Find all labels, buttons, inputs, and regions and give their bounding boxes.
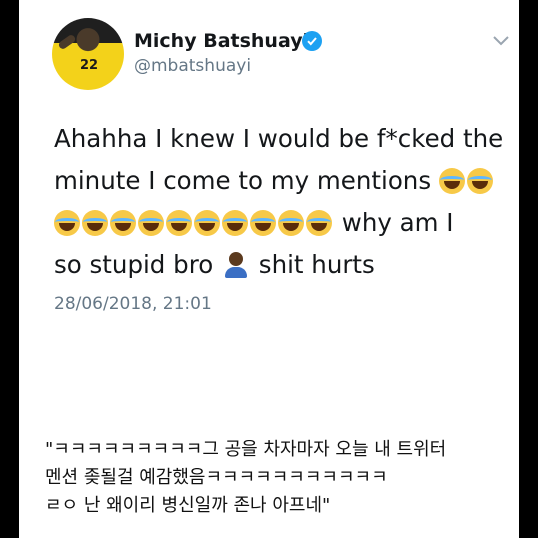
tweet-line-1: Ahahha I knew I would be f*cked the — [54, 118, 504, 160]
tweet-line-1-text: Ahahha I knew I would be f*cked the — [54, 124, 504, 153]
emoji-group — [438, 166, 495, 195]
laughing-crying-emoji — [222, 210, 248, 236]
laughing-crying-emoji — [194, 210, 220, 236]
verified-badge-icon — [302, 31, 322, 51]
laughing-crying-emoji — [438, 168, 465, 194]
emoji-group — [54, 208, 334, 237]
tweet-line-2-text: minute I come to my mentions — [54, 166, 439, 195]
tweet-line-2: minute I come to my mentions — [54, 160, 504, 202]
chevron-down-icon[interactable] — [493, 36, 509, 46]
tweet-line-3-text: why am I — [334, 208, 454, 237]
tweet-line-3: why am I — [54, 202, 504, 244]
tweet-text: Ahahha I knew I would be f*cked the minu… — [54, 118, 504, 286]
person-emoji-body — [225, 267, 248, 278]
tweet-timestamp[interactable]: 28/06/2018, 21:01 — [54, 294, 212, 314]
korean-caption: "ㅋㅋㅋㅋㅋㅋㅋㅋㅋ그 공을 차자마자 오늘 내 트위터 멘션 좆될걸 예감했음… — [45, 436, 515, 520]
laughing-crying-emoji — [110, 210, 136, 236]
avatar[interactable]: 22 — [52, 18, 124, 90]
laughing-crying-emoji — [82, 210, 108, 236]
user-handle[interactable]: @mbatshuayi — [134, 56, 251, 76]
screenshot-frame: 22 Michy Batshuayi @mbatshuayi Ahahha I … — [19, 0, 519, 538]
avatar-arm — [57, 33, 77, 51]
laughing-crying-emoji — [138, 210, 164, 236]
laughing-crying-emoji — [166, 210, 192, 236]
tweet-line-4-end: shit hurts — [251, 250, 375, 279]
tweet-card[interactable]: 22 Michy Batshuayi @mbatshuayi Ahahha I … — [19, 0, 519, 392]
laughing-crying-emoji — [54, 210, 80, 236]
tweet-line-4-text: so stupid bro — [54, 250, 222, 279]
caption-line-1: "ㅋㅋㅋㅋㅋㅋㅋㅋㅋ그 공을 차자마자 오늘 내 트위터 — [45, 439, 447, 460]
display-name[interactable]: Michy Batshuayi — [134, 30, 309, 52]
avatar-jersey-number: 22 — [80, 58, 99, 73]
laughing-crying-emoji — [466, 168, 493, 194]
tweet-line-4: so stupid bro shit hurts — [54, 244, 504, 286]
caption-line-2: 멘션 좆될걸 예감했음ㅋㅋㅋㅋㅋㅋㅋㅋㅋㅋㅋ — [45, 467, 388, 488]
laughing-crying-emoji — [278, 210, 304, 236]
caption-line-3: ㄹㅇ 난 왜이리 병신일까 존나 아프네" — [45, 495, 331, 516]
person-emoji — [223, 251, 249, 279]
laughing-crying-emoji — [250, 210, 276, 236]
laughing-crying-emoji — [306, 210, 332, 236]
person-emoji-head — [229, 252, 244, 266]
